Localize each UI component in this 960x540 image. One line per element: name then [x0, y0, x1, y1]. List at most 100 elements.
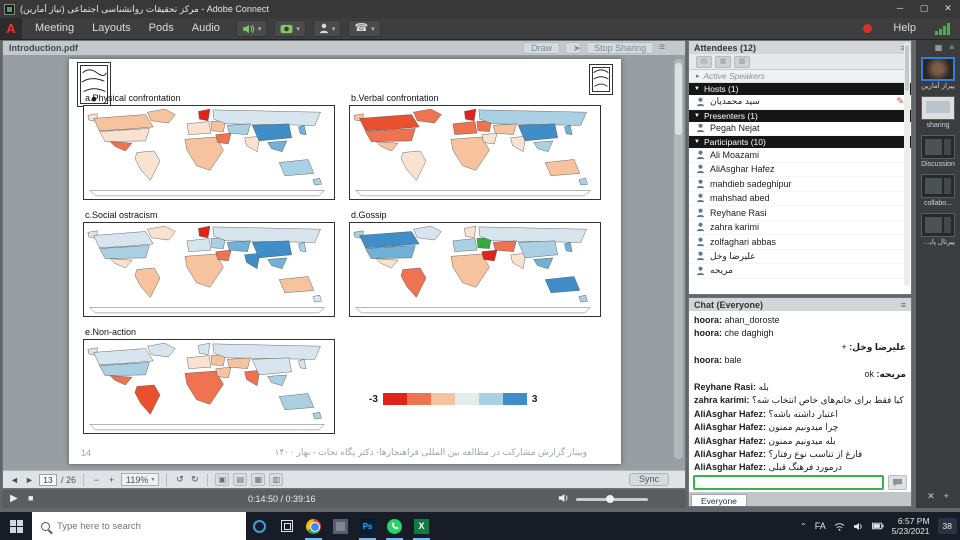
volume-slider[interactable] [576, 498, 648, 501]
attendee-row[interactable]: سید محمدیان✎ [689, 95, 911, 110]
chat-tab-everyone[interactable]: Everyone [691, 494, 747, 506]
attendees-scrollbar[interactable] [904, 43, 910, 286]
attendee-row[interactable]: Pegah Nejat [689, 122, 911, 137]
prev-page-button[interactable]: ◄ [9, 475, 20, 485]
photoshop-taskbar-button[interactable]: Ps [354, 512, 381, 540]
webcam-button[interactable]: ▾ [274, 20, 306, 37]
pod-menu-icon[interactable]: ≡ [659, 42, 665, 54]
page-number-input[interactable]: 13 [39, 474, 57, 486]
task-view-icon [281, 520, 293, 532]
menu-layouts[interactable]: Layouts [83, 18, 140, 39]
app-taskbar-button[interactable] [327, 512, 354, 540]
notification-count-badge[interactable]: 38 [938, 518, 957, 534]
speaker-button[interactable]: ▾ [236, 20, 268, 37]
excel-taskbar-button[interactable]: X [408, 512, 435, 540]
play-button[interactable]: ▶ [10, 493, 18, 504]
breakout-room-button[interactable]: ▩ [734, 56, 750, 68]
document-scrollbar[interactable] [674, 59, 683, 459]
start-button[interactable] [0, 512, 32, 540]
language-indicator[interactable]: FA [815, 521, 826, 531]
menu-pods[interactable]: Pods [140, 18, 183, 39]
chrome-taskbar-button[interactable] [300, 512, 327, 540]
legend-swatch [479, 393, 503, 405]
rotate-left-button[interactable]: ↺ [174, 474, 185, 485]
cortana-button[interactable] [246, 512, 273, 540]
chat-message: AliAsghar Hafez: اعتبار داشته باشه؟ [694, 408, 906, 421]
fit-page-button[interactable]: ▦ [251, 473, 265, 486]
rotate-right-button[interactable]: ↻ [189, 474, 200, 485]
taskbar-clock[interactable]: 6:57 PM 5/23/2021 [892, 516, 930, 536]
person-icon [696, 266, 705, 276]
active-speakers-label: Active Speakers [704, 71, 765, 81]
attendee-view-grid-button[interactable]: ▦ [715, 56, 731, 68]
attendee-group-header[interactable]: ▼Hosts (1) [689, 83, 911, 95]
thumbnail-view-button[interactable]: ▥ [269, 473, 283, 486]
chat-input[interactable] [693, 475, 884, 490]
zoom-level-select[interactable]: 119% ▾ [121, 473, 159, 486]
person-icon [696, 251, 705, 261]
task-view-button[interactable] [273, 512, 300, 540]
layout-thumbnail[interactable]: پیراز آمارین [921, 57, 955, 91]
taskbar-search[interactable] [32, 512, 246, 540]
attendee-row[interactable]: Reyhane Rasi [689, 206, 911, 221]
rail-add-icon[interactable]: + [944, 491, 949, 502]
menu-help[interactable]: Help [884, 18, 925, 39]
maximize-button[interactable]: ▢ [912, 0, 936, 18]
stop-button[interactable]: ■ [28, 493, 33, 503]
close-button[interactable]: ✕ [936, 0, 960, 18]
attendee-row[interactable]: zolfaghari abbas [689, 235, 911, 250]
rail-collapse-icon[interactable]: ≡ [949, 43, 954, 52]
choropleth-map: b.Verbal confrontation [349, 93, 607, 200]
attendee-group-header[interactable]: ▼Participants (10) [689, 136, 911, 148]
battery-icon[interactable] [872, 522, 884, 530]
sync-button[interactable]: Sync [629, 473, 669, 486]
attendee-group-header[interactable]: ▼Presenters (1) [689, 110, 911, 122]
menu-audio[interactable]: Audio [183, 18, 229, 39]
chat-message: AliAsghar Hafez: چرا میدونیم ممنون [694, 421, 906, 434]
whatsapp-taskbar-button[interactable] [381, 512, 408, 540]
layout-thumbnail[interactable]: collabo... [921, 174, 955, 208]
chevron-down-icon[interactable]: ▾ [296, 25, 300, 33]
pointer-tool-button[interactable]: ➤ [565, 42, 581, 54]
tray-expand-icon[interactable]: ⌃ [800, 522, 807, 531]
network-icon[interactable] [834, 522, 845, 531]
attendee-view-list-button[interactable]: ▤ [696, 56, 712, 68]
attendee-row[interactable]: Ali Moazami [689, 148, 911, 163]
share-pod-header: Introduction.pdf Draw ➤ Stop Sharing ≡ [3, 41, 685, 55]
fit-width-button[interactable]: ▤ [233, 473, 247, 486]
single-page-view-button[interactable]: ▣ [215, 473, 229, 486]
rail-close-icon[interactable]: ✕ [927, 491, 935, 502]
volume-icon[interactable] [558, 493, 570, 505]
zoom-out-button[interactable]: − [91, 475, 102, 485]
connection-strength-icon[interactable] [935, 23, 950, 35]
stop-sharing-button[interactable]: Stop Sharing [586, 42, 654, 54]
next-page-button[interactable]: ► [24, 475, 35, 485]
attendee-row[interactable]: mahshad abed [689, 192, 911, 207]
attendee-row[interactable]: مریحه [689, 264, 911, 279]
menu-meeting[interactable]: Meeting [26, 18, 83, 39]
draw-button[interactable]: Draw [523, 42, 560, 54]
rail-grid-icon[interactable]: ▦ [935, 43, 943, 52]
phone-button[interactable]: ☎ ▾ [348, 20, 380, 37]
zoom-in-button[interactable]: + [106, 475, 117, 485]
volume-slider-thumb[interactable] [606, 495, 614, 503]
chevron-down-icon[interactable]: ▾ [332, 25, 336, 33]
attendee-row[interactable]: علیرضا وخل [689, 250, 911, 265]
pod-menu-icon[interactable]: ≡ [901, 300, 906, 310]
attendee-status-button[interactable]: ▾ [313, 20, 342, 37]
minimize-button[interactable]: ─ [888, 0, 912, 18]
layout-thumbnail[interactable]: sharing [921, 96, 955, 130]
clock-date: 5/23/2021 [892, 526, 930, 536]
layout-thumbnail[interactable]: پیرتال پایانی [921, 213, 955, 247]
speaker-tray-icon[interactable] [853, 522, 864, 531]
attendee-row[interactable]: AliAsghar Hafez [689, 163, 911, 178]
chevron-down-icon[interactable]: ▾ [258, 25, 262, 33]
attendee-row[interactable]: zahra karimi [689, 221, 911, 236]
attendee-row[interactable]: mahdieb sadeghipur [689, 177, 911, 192]
active-speakers-row[interactable]: ▸ Active Speakers [689, 70, 911, 83]
chat-send-button[interactable] [888, 475, 907, 490]
layout-thumbnail[interactable]: Discussion [921, 135, 955, 169]
chat-title: Chat (Everyone) [694, 300, 763, 310]
chevron-down-icon[interactable]: ▾ [371, 25, 375, 33]
search-input[interactable] [57, 521, 222, 532]
